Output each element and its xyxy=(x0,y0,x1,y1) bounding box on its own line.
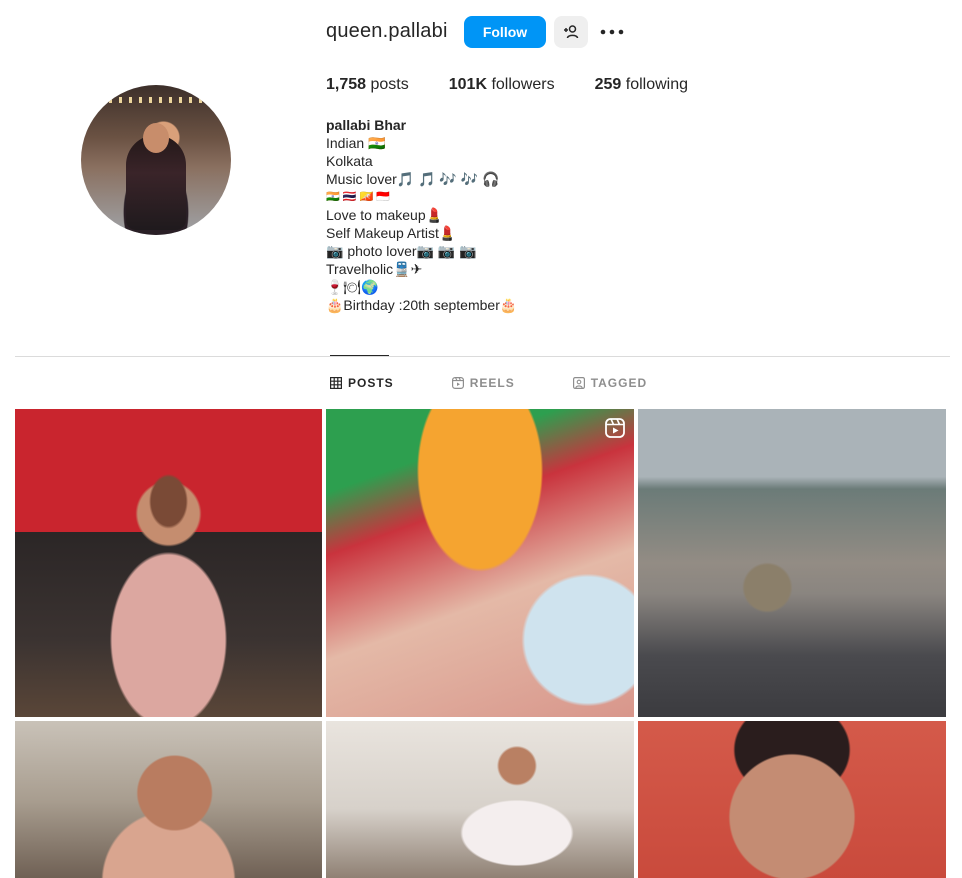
profile-stats: 1,758 posts 101K followers 259 following xyxy=(326,76,728,94)
profile-bio: pallabi Bhar Indian 🇮🇳 Kolkata Music lov… xyxy=(326,116,517,314)
tab-posts-label: POSTS xyxy=(348,376,394,390)
reels-icon xyxy=(451,377,464,389)
followers-count-label: followers xyxy=(491,76,555,93)
bio-line: 🍷🍽🌍 xyxy=(326,279,379,295)
posts-count: 1,758 posts xyxy=(326,76,409,94)
posts-count-label: posts xyxy=(370,76,409,93)
posts-grid xyxy=(15,409,946,878)
tab-reels-label: REELS xyxy=(469,376,515,390)
bio-line: 📷 photo lover📷 📷 📷 xyxy=(326,243,477,259)
post-tile[interactable] xyxy=(326,409,634,717)
followers-count-value: 101K xyxy=(448,76,487,93)
more-options-button[interactable] xyxy=(598,18,626,46)
tabs-divider xyxy=(15,356,950,357)
profile-tabs: POSTS REELS TAGGED xyxy=(330,374,707,392)
bio-line: Travelholic🚆✈ xyxy=(326,261,423,277)
profile-avatar[interactable] xyxy=(81,85,231,235)
add-person-icon xyxy=(564,25,579,39)
reel-badge-icon xyxy=(605,418,625,438)
bio-line: Music lover🎵 🎵 🎶 🎶 🎧 xyxy=(326,171,500,187)
bio-line: Kolkata xyxy=(326,153,373,169)
following-count-label: following xyxy=(625,76,689,93)
active-tab-indicator xyxy=(330,355,389,356)
following-count-value: 259 xyxy=(594,76,622,93)
bio-full-name: pallabi Bhar xyxy=(326,117,407,133)
profile-username: queen.pallabi xyxy=(326,20,448,42)
tab-tagged-label: TAGGED xyxy=(590,376,648,390)
bio-line: 🇮🇳 🇹🇭 🇧🇹 🇮🇩 xyxy=(326,191,390,203)
tab-reels[interactable]: REELS xyxy=(451,374,515,392)
followers-count[interactable]: 101K followers xyxy=(449,76,555,94)
more-dots-icon xyxy=(600,29,624,35)
tab-posts[interactable]: POSTS xyxy=(330,374,394,392)
tab-tagged[interactable]: TAGGED xyxy=(572,374,648,392)
follow-button[interactable]: Follow xyxy=(464,16,546,48)
post-tile[interactable] xyxy=(638,721,946,878)
bio-line: 🎂Birthday :20th september🎂 xyxy=(326,297,518,313)
tagged-icon xyxy=(572,377,585,389)
suggest-accounts-button[interactable] xyxy=(554,16,588,48)
post-tile[interactable] xyxy=(326,721,634,878)
avatar-image xyxy=(81,85,231,235)
bio-line: Self Makeup Artist💄 xyxy=(326,225,457,241)
post-tile[interactable] xyxy=(15,409,322,717)
following-count[interactable]: 259 following xyxy=(595,76,688,94)
grid-icon xyxy=(330,377,342,389)
avatar-face xyxy=(143,123,169,153)
post-tile[interactable] xyxy=(15,721,322,878)
bio-line: Indian 🇮🇳 xyxy=(326,135,386,151)
avatar-string-lights xyxy=(99,97,209,103)
posts-count-value: 1,758 xyxy=(326,76,367,93)
post-tile[interactable] xyxy=(638,409,946,717)
bio-line: Love to makeup💄 xyxy=(326,207,444,223)
